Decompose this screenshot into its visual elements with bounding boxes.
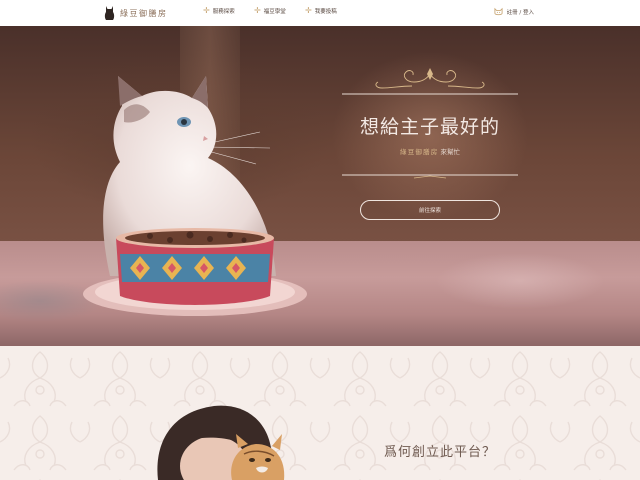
damask-background-pattern [0,346,640,480]
hero-banner: 想給主子最好的 綠豆御膳房 來幫忙 前往探索 [0,26,640,346]
plus-sparkle-icon: ✛ [203,6,210,15]
login-label: 註冊 / 登入 [506,9,534,16]
cat-face-icon [494,7,503,16]
girl-with-cat-image [157,405,285,480]
hero-subtitle-brand: 綠豆御膳房 [400,148,439,156]
nav-item-submit[interactable]: ✛ 我要投稿 [305,6,337,16]
about-section: 爲何創立此平台？ [0,346,640,480]
explore-button[interactable]: 前往探索 [360,200,500,220]
nav-item-service-explore[interactable]: ✛ 服務探索 [203,6,235,16]
top-navbar: 綠豆御膳房 ✛ 服務探索 ✛ 福豆學堂 ✛ 我要投稿 註冊 / 登入 [0,0,640,27]
hero-title: 想給主子最好的 [359,116,500,138]
nav-item-label: 我要投稿 [314,9,337,15]
nav-item-label: 服務探索 [212,9,235,15]
login-button[interactable]: 註冊 / 登入 [494,7,534,16]
brand-name: 綠豆御膳房 [120,8,168,18]
cat-silhouette-icon [104,6,115,20]
plus-sparkle-icon: ✛ [254,6,261,15]
hero-subtitle: 綠豆御膳房 來幫忙 [342,146,518,156]
ornament-top [342,68,518,95]
ornament-bottom [342,174,518,179]
hero-subtitle-rest: 來幫忙 [440,148,461,156]
nav-item-label: 福豆學堂 [263,9,286,15]
about-title: 爲何創立此平台？ [383,445,496,460]
brand-logo[interactable]: 綠豆御膳房 [104,4,168,22]
plus-sparkle-icon: ✛ [305,6,312,15]
nav-item-academy[interactable]: ✛ 福豆學堂 [254,6,286,16]
food-bowl-image [83,228,307,316]
